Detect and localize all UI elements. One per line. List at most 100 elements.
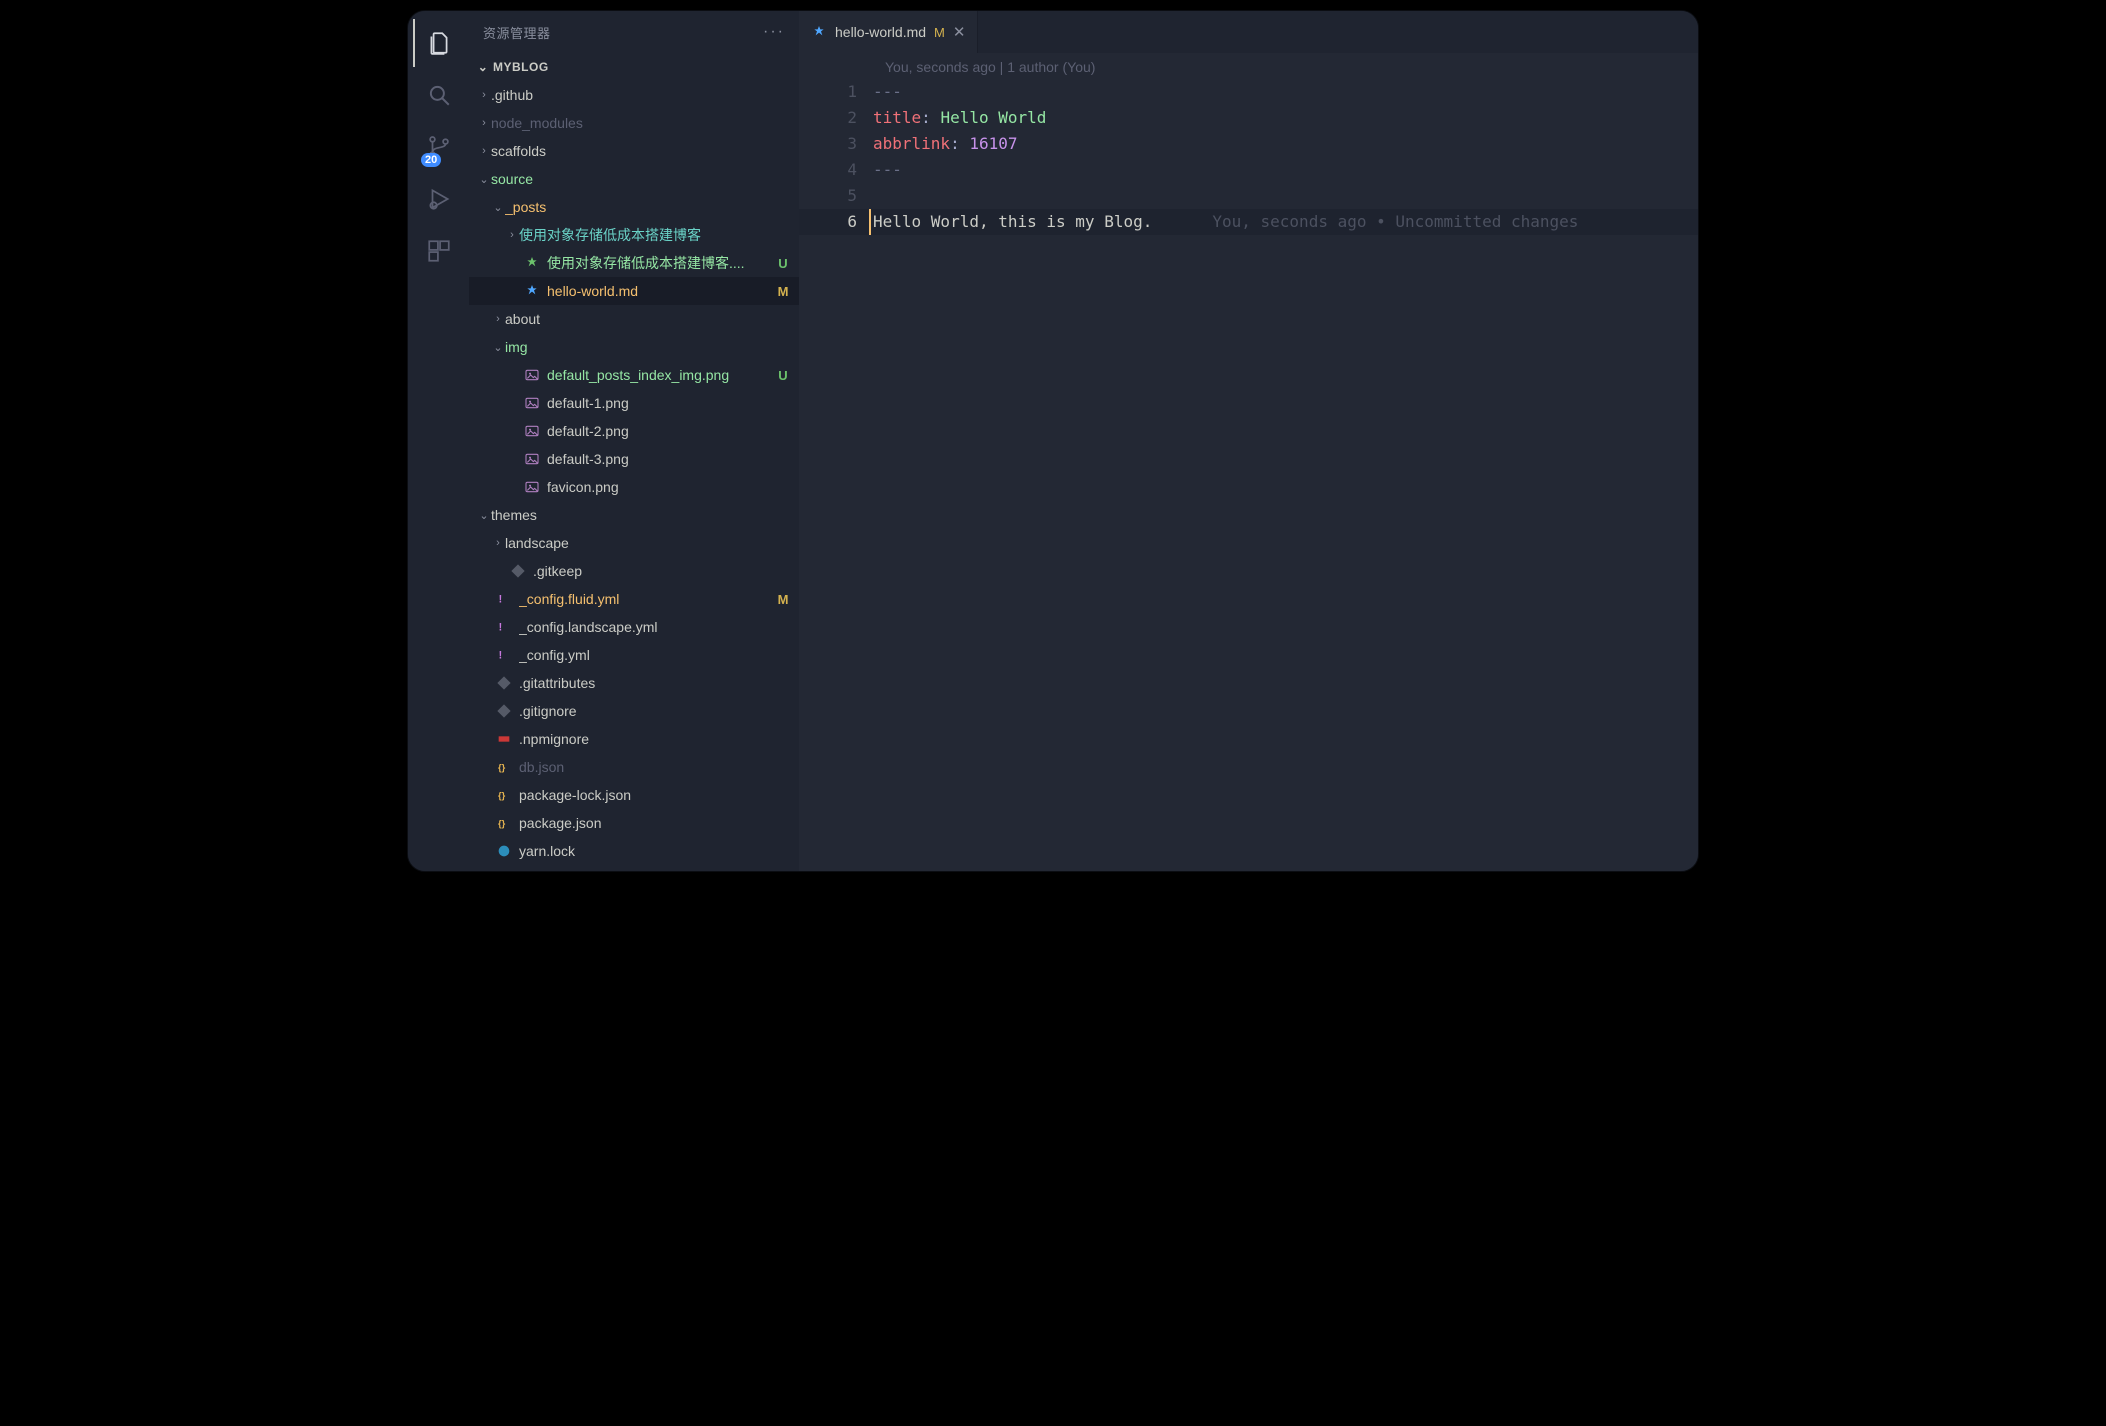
files-icon [426,30,452,56]
tab-hello-world[interactable]: hello-world.md M ✕ [799,11,978,53]
tree-file[interactable]: .gitattributes [469,669,799,697]
img-icon [523,394,541,412]
svg-text:!: ! [499,621,503,633]
tree-folder[interactable]: ⌄img [469,333,799,361]
line-number: 6 [799,209,873,235]
line-number: 4 [799,157,873,183]
tree-file[interactable]: .gitkeep [469,557,799,585]
tree-file[interactable]: {} db.json [469,753,799,781]
tree-item-label: db.json [519,759,775,775]
section-label: MYBLOG [493,60,549,74]
tree-item-label: 使用对象存储低成本搭建博客.... [547,253,775,273]
tree-file[interactable]: !_config.fluid.ymlM [469,585,799,613]
tree-item-label: .npmignore [519,731,775,747]
activity-scm[interactable]: 20 [413,123,463,171]
chevron-down-icon: ⌄ [491,201,505,214]
close-icon[interactable]: ✕ [953,25,966,40]
tree-item-status: M [775,284,791,299]
code-line[interactable]: 1--- [799,79,1698,105]
tree-item-label: node_modules [491,115,775,131]
git-icon [495,674,513,692]
code-editor[interactable]: 1---2title: Hello World3abbrlink: 161074… [799,79,1698,235]
line-content: title: Hello World [873,105,1698,131]
tree-file[interactable]: {}package-lock.json [469,781,799,809]
tree-folder[interactable]: ›scaffolds [469,137,799,165]
markdown-icon [811,24,827,40]
vscode-window: 20 资源管理器 ··· ⌄ MYBLOG ›.github›node_modu… [407,10,1699,872]
chevron-right-icon: › [491,537,505,549]
json-icon: {} [495,786,513,804]
code-line[interactable]: 4--- [799,157,1698,183]
tree-file[interactable]: default-1.png [469,389,799,417]
code-line[interactable]: 5 [799,183,1698,209]
tree-folder[interactable]: ⌄_posts [469,193,799,221]
code-line[interactable]: 6Hello World, this is my Blog.You, secon… [799,209,1698,235]
gitlens-blame: You, seconds ago | 1 author (You) [799,53,1698,79]
tree-file[interactable]: default-3.png [469,445,799,473]
activity-extensions[interactable] [413,227,463,275]
tree-file[interactable]: 使用对象存储低成本搭建博客....U [469,249,799,277]
tree-file[interactable]: .npmignore [469,725,799,753]
img-icon [523,366,541,384]
tree-file[interactable]: default_posts_index_img.pngU [469,361,799,389]
tree-file[interactable]: .gitignore [469,697,799,725]
json-icon: {} [495,758,513,776]
chevron-down-icon: ⌄ [477,509,491,522]
chevron-right-icon: › [491,313,505,325]
svg-text:{}: {} [498,762,506,772]
tree-item-label: about [505,311,775,327]
tree-file[interactable]: default-2.png [469,417,799,445]
tree-folder[interactable]: ›node_modules [469,109,799,137]
tree-item-label: package.json [519,815,775,831]
yml-icon: ! [495,618,513,636]
tree-item-label: .gitattributes [519,675,775,691]
tree-folder[interactable]: ›about [469,305,799,333]
sidebar-section[interactable]: ⌄ MYBLOG [469,53,799,81]
sidebar-more-button[interactable]: ··· [763,23,785,41]
json-icon: {} [495,814,513,832]
tab-bar: hello-world.md M ✕ [799,11,1698,53]
tree-file[interactable]: hello-world.mdM [469,277,799,305]
tree-item-label: scaffolds [491,143,775,159]
tree-item-label: themes [491,507,775,523]
yarn-icon [495,842,513,860]
tree-folder[interactable]: ⌄source [469,165,799,193]
code-line[interactable]: 3abbrlink: 16107 [799,131,1698,157]
tree-folder[interactable]: ⌄themes [469,501,799,529]
tree-item-label: _posts [505,199,775,215]
tree-item-label: _config.landscape.yml [519,619,775,635]
tree-item-label: _config.fluid.yml [519,591,775,607]
tree-folder[interactable]: ›.github [469,81,799,109]
tree-file[interactable]: ! _config.yml [469,641,799,669]
tree-item-status: M [775,592,791,607]
chevron-down-icon: ⌄ [491,341,505,354]
md-blue-icon [523,282,541,300]
activity-debug[interactable] [413,175,463,223]
activity-search[interactable] [413,71,463,119]
chevron-right-icon: › [477,89,491,101]
tree-file[interactable]: {} package.json [469,809,799,837]
gitlens-inline-blame: You, seconds ago • Uncommitted changes [1212,212,1578,231]
tree-item-label: _config.yml [519,647,775,663]
tree-folder[interactable]: ›使用对象存储低成本搭建博客 [469,221,799,249]
chevron-right-icon: › [477,117,491,129]
yml-icon: ! [495,646,513,664]
git-icon [495,702,513,720]
tree-file[interactable]: yarn.lock [469,837,799,865]
tree-folder[interactable]: ›landscape [469,529,799,557]
code-line[interactable]: 2title: Hello World [799,105,1698,131]
tree-item-label: source [491,171,775,187]
chevron-down-icon: ⌄ [475,60,491,74]
tab-status: M [934,25,945,40]
line-number: 5 [799,183,873,209]
tree-file[interactable]: ! _config.landscape.yml [469,613,799,641]
tree-file[interactable]: favicon.png [469,473,799,501]
git-icon [509,562,527,580]
line-number: 1 [799,79,873,105]
sidebar-title: 资源管理器 [483,23,551,42]
img-icon [523,450,541,468]
line-content: abbrlink: 16107 [873,131,1698,157]
editor-area: hello-world.md M ✕ You, seconds ago | 1 … [799,11,1698,871]
line-content [873,183,1698,209]
activity-explorer[interactable] [413,19,463,67]
